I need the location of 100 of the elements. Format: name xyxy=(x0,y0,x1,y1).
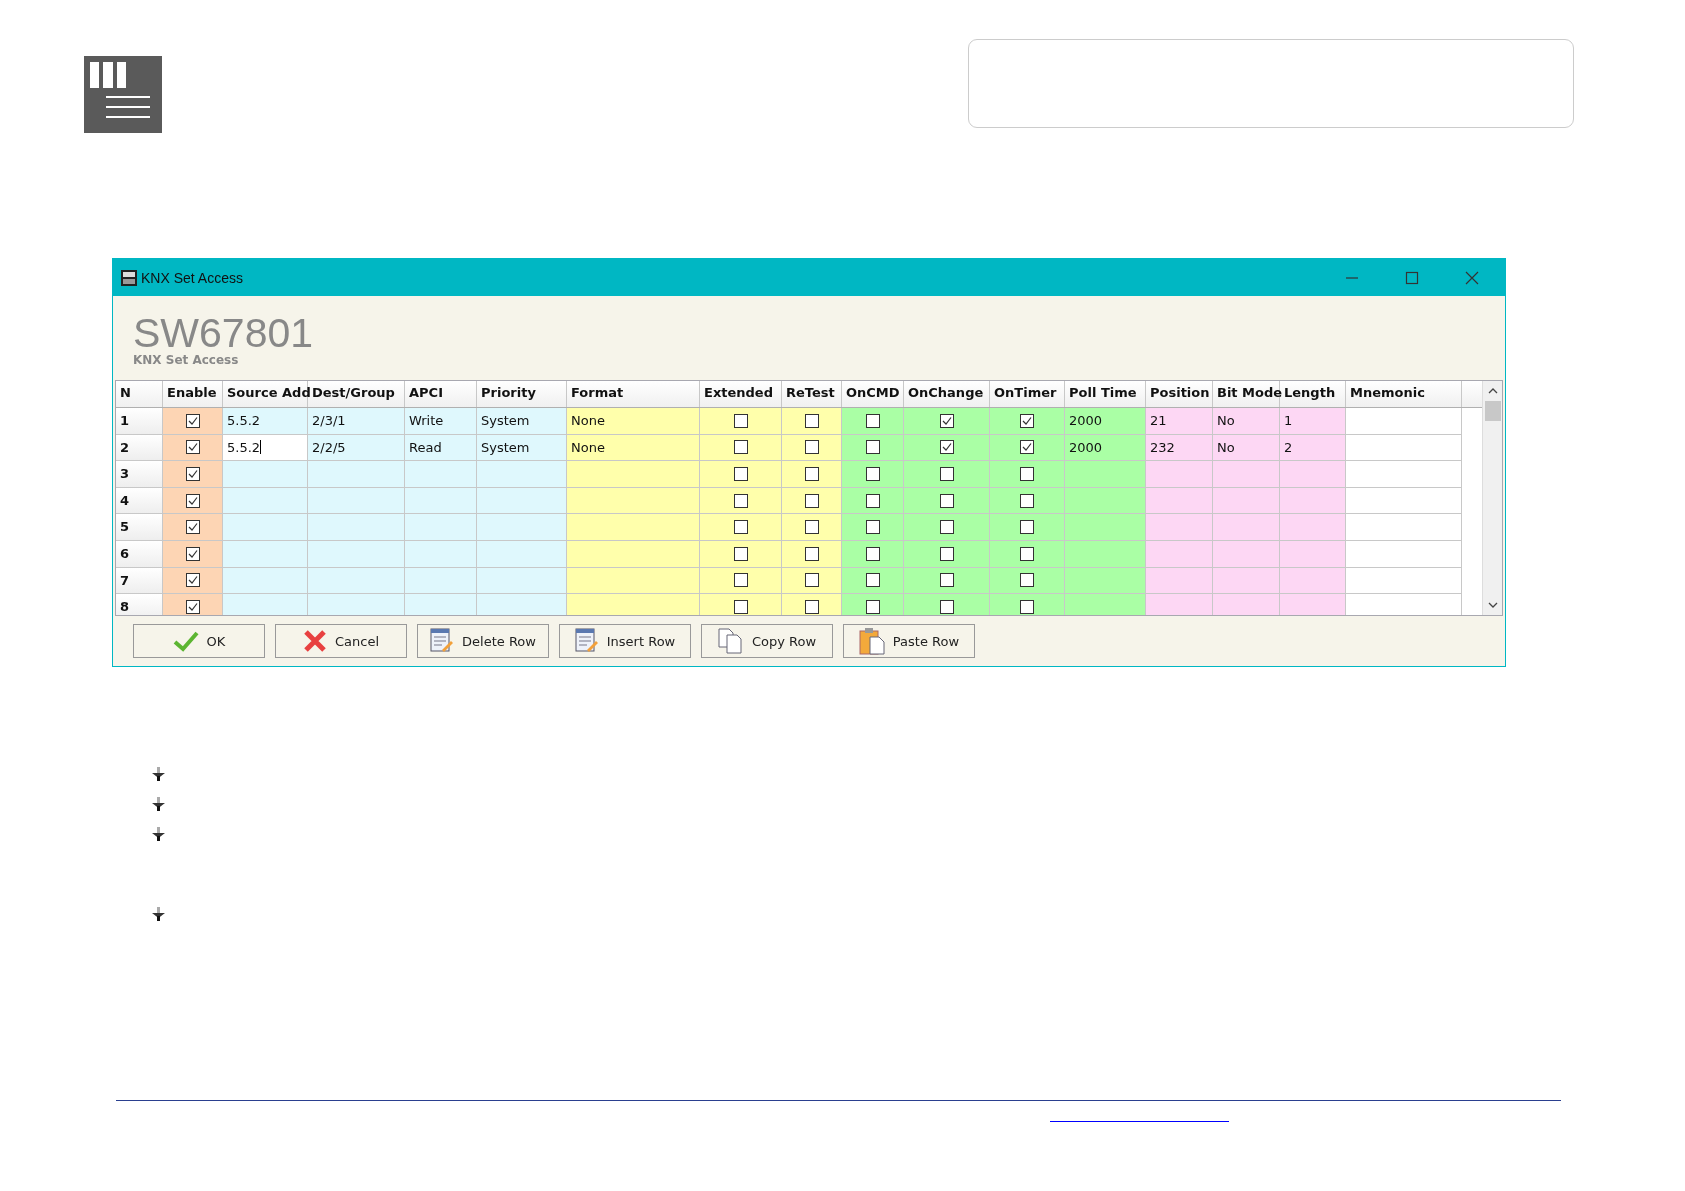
checked-checkbox[interactable] xyxy=(185,413,200,428)
table-cell[interactable] xyxy=(1065,487,1146,515)
table-cell[interactable] xyxy=(1213,567,1280,595)
table-cell[interactable] xyxy=(477,487,567,515)
paste-button[interactable]: Paste Row xyxy=(843,624,975,658)
table-cell[interactable] xyxy=(1146,514,1213,541)
checkbox[interactable] xyxy=(1020,493,1034,508)
table-cell[interactable] xyxy=(405,540,477,568)
column-header[interactable]: Position xyxy=(1146,381,1213,407)
checkbox[interactable] xyxy=(804,599,819,614)
column-header[interactable]: Priority xyxy=(477,381,567,407)
table-cell[interactable] xyxy=(223,567,308,595)
column-header[interactable]: OnCMD xyxy=(842,381,904,407)
vertical-scrollbar[interactable] xyxy=(1482,381,1502,615)
checkbox[interactable] xyxy=(733,573,748,588)
insert-button[interactable]: Insert Row xyxy=(559,624,691,658)
checked-checkbox[interactable] xyxy=(185,546,200,561)
copy-button[interactable]: Copy Row xyxy=(701,624,833,658)
table-cell[interactable] xyxy=(1065,594,1146,615)
checked-checkbox[interactable] xyxy=(939,440,954,455)
table-cell[interactable] xyxy=(1213,514,1280,541)
checkbox[interactable] xyxy=(804,440,819,455)
scroll-up-icon[interactable] xyxy=(1487,387,1498,395)
table-cell[interactable] xyxy=(223,514,308,541)
checkbox[interactable] xyxy=(1020,546,1034,561)
checked-checkbox[interactable] xyxy=(185,493,200,508)
checkbox[interactable] xyxy=(1020,573,1034,588)
checkbox[interactable] xyxy=(733,440,748,455)
checkbox[interactable] xyxy=(804,493,819,508)
table-cell[interactable] xyxy=(1280,540,1346,568)
edit-field[interactable]: 5.5.2 xyxy=(223,434,308,462)
table-cell[interactable] xyxy=(567,514,700,541)
column-header[interactable]: OnTimer xyxy=(990,381,1065,407)
checked-checkbox[interactable] xyxy=(185,440,200,455)
table-cell[interactable] xyxy=(223,461,308,488)
table-cell[interactable] xyxy=(1346,434,1462,462)
table-cell[interactable] xyxy=(1346,408,1462,435)
table-cell[interactable] xyxy=(405,487,477,515)
close-icon[interactable] xyxy=(1465,270,1479,285)
table-cell[interactable] xyxy=(1065,461,1146,488)
table-cell[interactable] xyxy=(1213,594,1280,615)
table-cell[interactable] xyxy=(223,540,308,568)
checkbox[interactable] xyxy=(865,520,880,535)
checked-checkbox[interactable] xyxy=(185,599,200,614)
column-header[interactable]: OnChange xyxy=(904,381,990,407)
table-cell[interactable] xyxy=(477,567,567,595)
checkbox[interactable] xyxy=(733,413,748,428)
checkbox[interactable] xyxy=(804,413,819,428)
column-header[interactable]: Poll Time xyxy=(1065,381,1146,407)
table-cell[interactable] xyxy=(1146,487,1213,515)
table-cell[interactable] xyxy=(308,514,405,541)
table-cell[interactable] xyxy=(477,540,567,568)
checkbox[interactable] xyxy=(1020,467,1034,481)
table-cell[interactable] xyxy=(308,461,405,488)
table-cell[interactable] xyxy=(1146,461,1213,488)
table-cell[interactable] xyxy=(1280,594,1346,615)
column-header[interactable]: Bit Mode xyxy=(1213,381,1280,407)
table-cell[interactable] xyxy=(1346,540,1462,568)
checkbox[interactable] xyxy=(865,599,880,614)
table-cell[interactable] xyxy=(1065,514,1146,541)
table-cell[interactable] xyxy=(567,567,700,595)
checkbox[interactable] xyxy=(939,573,954,588)
ok-button[interactable]: OK xyxy=(133,624,265,658)
checkbox[interactable] xyxy=(804,546,819,561)
checked-checkbox[interactable] xyxy=(185,573,200,588)
table-cell[interactable] xyxy=(477,461,567,488)
checkbox[interactable] xyxy=(865,440,880,455)
checked-checkbox[interactable] xyxy=(185,520,200,535)
checked-checkbox[interactable] xyxy=(185,467,200,481)
checked-checkbox[interactable] xyxy=(1020,413,1034,428)
table-cell[interactable] xyxy=(405,594,477,615)
table-cell[interactable] xyxy=(1146,567,1213,595)
checkbox[interactable] xyxy=(733,599,748,614)
checked-checkbox[interactable] xyxy=(939,413,954,428)
checkbox[interactable] xyxy=(939,599,954,614)
column-header[interactable]: APCI xyxy=(405,381,477,407)
column-header[interactable]: Source Add xyxy=(223,381,308,407)
table-cell[interactable] xyxy=(308,540,405,568)
table-cell[interactable] xyxy=(308,567,405,595)
checkbox[interactable] xyxy=(1020,599,1034,614)
table-cell[interactable] xyxy=(1065,540,1146,568)
checkbox[interactable] xyxy=(804,467,819,481)
table-cell[interactable] xyxy=(405,567,477,595)
table-cell[interactable] xyxy=(567,487,700,515)
checkbox[interactable] xyxy=(865,467,880,481)
column-header[interactable]: Extended xyxy=(700,381,782,407)
table-cell[interactable] xyxy=(567,594,700,615)
column-header[interactable]: ReTest xyxy=(782,381,842,407)
table-cell[interactable] xyxy=(1346,487,1462,515)
scroll-down-icon[interactable] xyxy=(1487,601,1498,609)
table-cell[interactable] xyxy=(1346,514,1462,541)
table-cell[interactable] xyxy=(1213,540,1280,568)
table-cell[interactable] xyxy=(308,594,405,615)
table-cell[interactable] xyxy=(1346,461,1462,488)
checkbox[interactable] xyxy=(733,546,748,561)
maximize-icon[interactable] xyxy=(1405,270,1419,285)
table-cell[interactable] xyxy=(223,487,308,515)
table-cell[interactable] xyxy=(567,540,700,568)
column-header[interactable]: Format xyxy=(567,381,700,407)
table-cell[interactable] xyxy=(223,594,308,615)
